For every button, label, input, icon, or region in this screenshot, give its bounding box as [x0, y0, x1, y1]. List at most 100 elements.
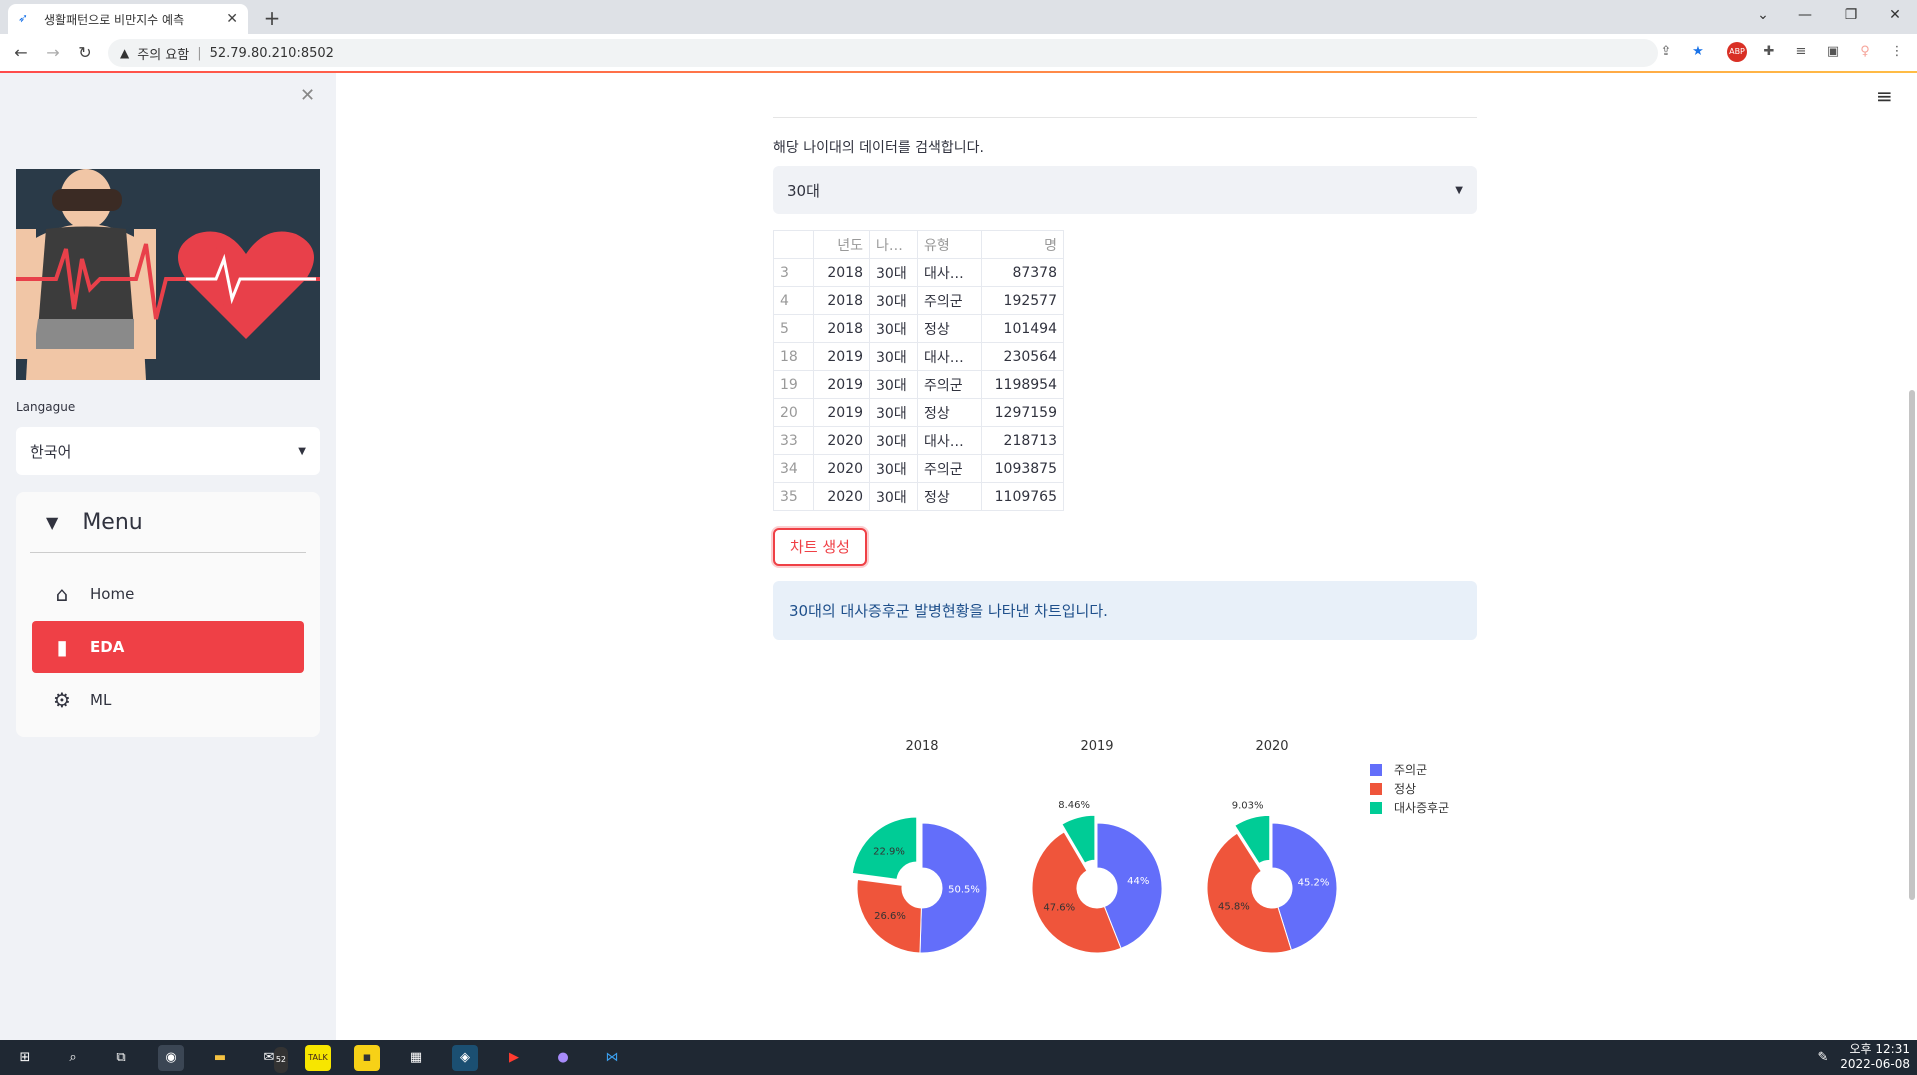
age-select[interactable]: 30대 ▼: [773, 166, 1477, 214]
share-icon[interactable]: ⇪: [1656, 42, 1676, 62]
legend-swatch[interactable]: [1370, 764, 1382, 776]
scrollbar[interactable]: [1909, 390, 1915, 900]
table-header[interactable]: 년도: [813, 230, 870, 259]
adblock-icon[interactable]: ABP: [1727, 42, 1747, 62]
table-row[interactable]: 4 2018 30대 주의군 192577: [773, 286, 1064, 315]
legend-label[interactable]: 대사증후군: [1394, 801, 1449, 815]
pen-icon[interactable]: ✎: [1810, 1045, 1836, 1071]
table-cell: 30대: [869, 286, 918, 315]
table-row[interactable]: 5 2018 30대 정상 101494: [773, 314, 1064, 343]
table-row[interactable]: 35 2020 30대 정상 1109765: [773, 482, 1064, 511]
mysql-workbench-icon[interactable]: ◈: [452, 1045, 478, 1071]
legend-label[interactable]: 정상: [1394, 782, 1416, 796]
chrome-menu-icon[interactable]: ⋮: [1887, 42, 1907, 62]
search-label: 해당 나이대의 데이터를 검색합니다.: [773, 140, 984, 156]
extensions-icon[interactable]: ✚: [1759, 42, 1779, 62]
youtube-icon[interactable]: ▶: [501, 1045, 527, 1071]
address-bar: ← → ↻ ▲ 주의 요함 | 52.79.80.210:8502: [0, 34, 1917, 72]
table-header[interactable]: [773, 230, 814, 259]
forward-icon[interactable]: →: [40, 40, 66, 66]
tab-close-icon[interactable]: ✕: [226, 11, 238, 27]
reload-icon[interactable]: ↻: [72, 40, 98, 66]
table-cell: 정상: [917, 482, 982, 511]
create-chart-button[interactable]: 차트 생성: [773, 528, 867, 566]
table-cell: 1297159: [981, 398, 1064, 427]
table-cell: 33: [773, 426, 814, 455]
mail-icon[interactable]: ✉ 52: [256, 1045, 288, 1073]
table-row[interactable]: 34 2020 30대 주의군 1093875: [773, 454, 1064, 483]
bookmark-star-icon[interactable]: ★: [1688, 42, 1708, 62]
gear-icon: ⚙: [53, 688, 71, 712]
new-tab-button[interactable]: +: [258, 4, 286, 32]
menu-item-ml[interactable]: ⚙ ML: [32, 674, 304, 726]
profile-icon[interactable]: ♀: [1855, 42, 1875, 62]
table-row[interactable]: 33 2020 30대 대사… 218713: [773, 426, 1064, 455]
data-table[interactable]: 년도 나… 유형 명 3 2018 30대 대사… 87378 4 2018 30대 주의군 19…: [773, 230, 1064, 511]
obesity-heart-illustration: [16, 169, 320, 380]
url-field[interactable]: ▲ 주의 요함 | 52.79.80.210:8502: [108, 39, 1658, 67]
tab-favicon-icon: ➶: [18, 11, 29, 25]
menu-title[interactable]: ▼ Menu: [46, 510, 143, 535]
search-icon[interactable]: ⌕: [60, 1045, 86, 1071]
restore-icon[interactable]: ❐: [1828, 0, 1874, 30]
language-select[interactable]: 한국어 ▼: [16, 427, 320, 475]
reading-list-icon[interactable]: ≡: [1791, 42, 1811, 62]
menu-item-home[interactable]: ⌂ Home: [32, 568, 304, 620]
table-row[interactable]: 20 2019 30대 정상 1297159: [773, 398, 1064, 427]
table-cell: 34: [773, 454, 814, 483]
menu-item-eda[interactable]: ▮ EDA: [32, 621, 304, 673]
table-cell: 1109765: [981, 482, 1064, 511]
url-text: 52.79.80.210:8502: [209, 45, 334, 61]
chrome-icon[interactable]: ◉: [158, 1045, 184, 1071]
table-cell: 30대: [869, 370, 918, 399]
security-label: 주의 요함: [137, 47, 190, 63]
menu-divider: [30, 552, 306, 553]
menu-panel: ▼ Menu ⌂ Home ▮ EDA ⚙ ML: [16, 492, 320, 737]
table-row[interactable]: 3 2018 30대 대사… 87378: [773, 258, 1064, 287]
calculator-icon[interactable]: ▦: [403, 1045, 429, 1071]
legend-label[interactable]: 주의군: [1394, 763, 1427, 777]
windows-start-icon[interactable]: ⊞: [12, 1045, 38, 1071]
table-row[interactable]: 18 2019 30대 대사… 230564: [773, 342, 1064, 371]
sidebar-close-icon[interactable]: ✕: [300, 85, 315, 106]
table-header[interactable]: 유형: [917, 230, 982, 259]
kakaotalk-icon[interactable]: TALK: [305, 1045, 331, 1071]
table-cell: 2018: [813, 258, 870, 287]
table-cell: 2020: [813, 454, 870, 483]
pie-data-label: 9.03%: [1232, 800, 1264, 811]
tab-search-icon[interactable]: ⌄: [1740, 0, 1786, 30]
table-header[interactable]: 나…: [869, 230, 918, 259]
clock-time: 오후 12:31: [1849, 1042, 1910, 1056]
task-view-icon[interactable]: ⧉: [108, 1045, 134, 1071]
clock[interactable]: 오후 12:31 2022-06-08: [1838, 1042, 1910, 1072]
hamburger-menu-icon[interactable]: ≡: [1876, 84, 1893, 108]
caret-down-icon: ▼: [46, 513, 59, 532]
legend-swatch[interactable]: [1370, 802, 1382, 814]
legend-swatch[interactable]: [1370, 783, 1382, 795]
file-explorer-icon[interactable]: ▬: [207, 1045, 233, 1071]
home-icon: ⌂: [55, 582, 69, 606]
menu-item-label: ML: [90, 691, 112, 709]
table-cell: 30대: [869, 426, 918, 455]
vscode-icon[interactable]: ⋈: [599, 1045, 625, 1071]
side-panel-icon[interactable]: ▣: [1823, 42, 1843, 62]
minimize-icon[interactable]: —: [1782, 0, 1828, 30]
table-cell: 2019: [813, 342, 870, 371]
github-icon[interactable]: ●: [550, 1045, 576, 1071]
table-row[interactable]: 19 2019 30대 주의군 1198954: [773, 370, 1064, 399]
info-text: 30대의 대사증후군 발병현황을 나타낸 차트입니다.: [789, 602, 1108, 620]
sticky-notes-icon[interactable]: ▪: [354, 1045, 380, 1071]
divider: [773, 117, 1477, 118]
table-header[interactable]: 명: [981, 230, 1064, 259]
table-cell: 주의군: [917, 286, 982, 315]
pie-title: 2019: [1080, 739, 1113, 754]
back-icon[interactable]: ←: [8, 40, 34, 66]
table-header-row: 년도 나… 유형 명: [773, 230, 1064, 259]
table-cell: 30대: [869, 342, 918, 371]
menu-item-label: Home: [90, 585, 135, 603]
pie-charts[interactable]: 2018 50.5% 26.6% 22.9% 2019 44% 47.6% 8.46% 2020…: [820, 720, 1480, 990]
table-cell: 218713: [981, 426, 1064, 455]
browser-tab[interactable]: ➶ 생활패턴으로 비만지수 예측 ✕: [8, 4, 248, 34]
table-cell: 30대: [869, 454, 918, 483]
close-window-icon[interactable]: ✕: [1872, 0, 1917, 30]
